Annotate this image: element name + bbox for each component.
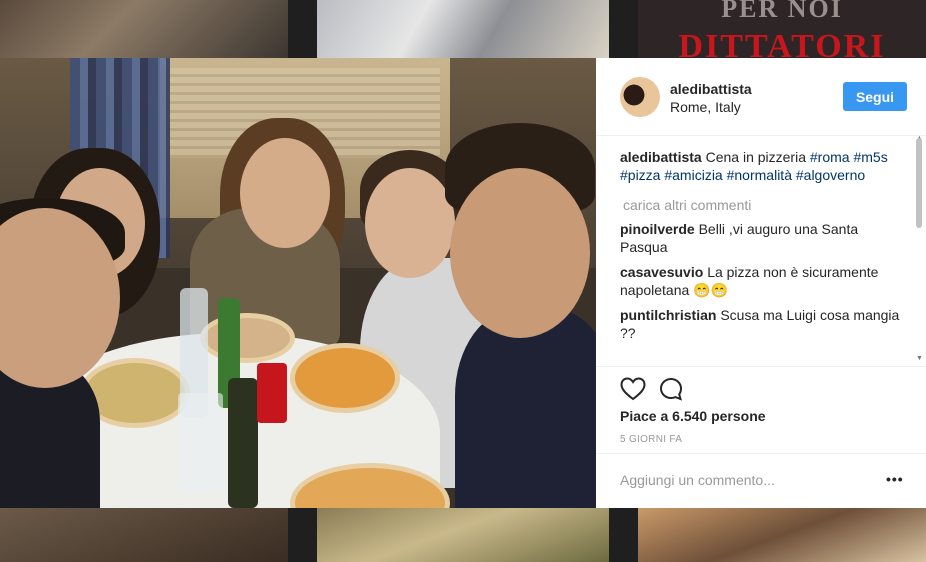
post-timestamp: 5 GIORNI FA	[620, 434, 683, 445]
photo-face	[240, 138, 330, 248]
heart-icon[interactable]	[620, 377, 646, 401]
caption: aledibattista Cena in pizzeria #roma #m5…	[620, 148, 906, 184]
photo-face	[450, 168, 590, 338]
comment-input[interactable]	[620, 469, 870, 491]
comment-bubble-icon[interactable]	[659, 377, 683, 401]
avatar[interactable]	[620, 77, 660, 117]
comment-username[interactable]: casavesuvio	[620, 264, 703, 280]
feed-thumbnail[interactable]	[638, 508, 926, 562]
hashtag[interactable]: #m5s	[853, 149, 887, 165]
comments-scrollbar[interactable]	[916, 138, 922, 363]
hashtag[interactable]: #pizza	[620, 167, 660, 183]
caption-username[interactable]: aledibattista	[620, 149, 702, 165]
hashtag[interactable]: #roma	[810, 149, 850, 165]
thumbnail-text: PER NOI	[721, 0, 843, 23]
more-options-icon[interactable]: •••	[886, 471, 904, 487]
hashtag[interactable]: #normalità	[727, 167, 792, 183]
post-actions	[596, 366, 926, 401]
likes-count[interactable]: Piace a 6.540 persone	[620, 408, 766, 424]
feed-thumbnail[interactable]: PER NOI DITTATORI	[638, 0, 926, 58]
load-more-comments-link[interactable]: carica altri commenti	[623, 196, 906, 214]
feed-thumbnail[interactable]	[0, 0, 288, 58]
comment-username[interactable]: puntilchristian	[620, 307, 716, 323]
scrollbar-thumb[interactable]	[916, 138, 922, 228]
feed-thumbnail[interactable]	[317, 0, 609, 58]
photo-face	[365, 168, 455, 278]
post-modal: aledibattista Rome, Italy Segui aledibat…	[0, 58, 926, 508]
photo-glass	[178, 393, 223, 493]
caption-text: Cena in pizzeria	[705, 149, 806, 165]
post-photo[interactable]	[0, 58, 596, 508]
comment-username[interactable]: pinoilverde	[620, 221, 695, 237]
thumbnail-text: DITTATORI	[678, 28, 886, 58]
photo-can	[257, 363, 287, 423]
photo-body	[455, 308, 596, 508]
list-item: pinoilverde Belli ,vi auguro una Santa P…	[620, 220, 906, 256]
photo-bottle	[228, 378, 258, 508]
scroll-down-icon[interactable]: ▼	[916, 355, 923, 362]
post-header: aledibattista Rome, Italy Segui	[596, 58, 926, 136]
post-side-panel: aledibattista Rome, Italy Segui aledibat…	[596, 58, 926, 508]
post-location[interactable]: Rome, Italy	[670, 99, 741, 115]
list-item: casavesuvio La pizza non è sicuramente n…	[620, 263, 906, 299]
comments-list: aledibattista Cena in pizzeria #roma #m5…	[620, 148, 906, 363]
photo-pizza	[200, 313, 295, 363]
add-comment-bar: •••	[596, 453, 926, 509]
feed-thumbnail[interactable]	[317, 508, 609, 562]
follow-button[interactable]: Segui	[843, 82, 907, 111]
hashtag[interactable]: #algoverno	[796, 167, 865, 183]
photo-pizza	[290, 343, 400, 413]
feed-thumbnail[interactable]	[0, 508, 288, 562]
list-item: puntilchristian Scusa ma Luigi cosa mang…	[620, 306, 906, 342]
hashtag[interactable]: #amicizia	[664, 167, 722, 183]
post-username[interactable]: aledibattista	[670, 81, 752, 97]
